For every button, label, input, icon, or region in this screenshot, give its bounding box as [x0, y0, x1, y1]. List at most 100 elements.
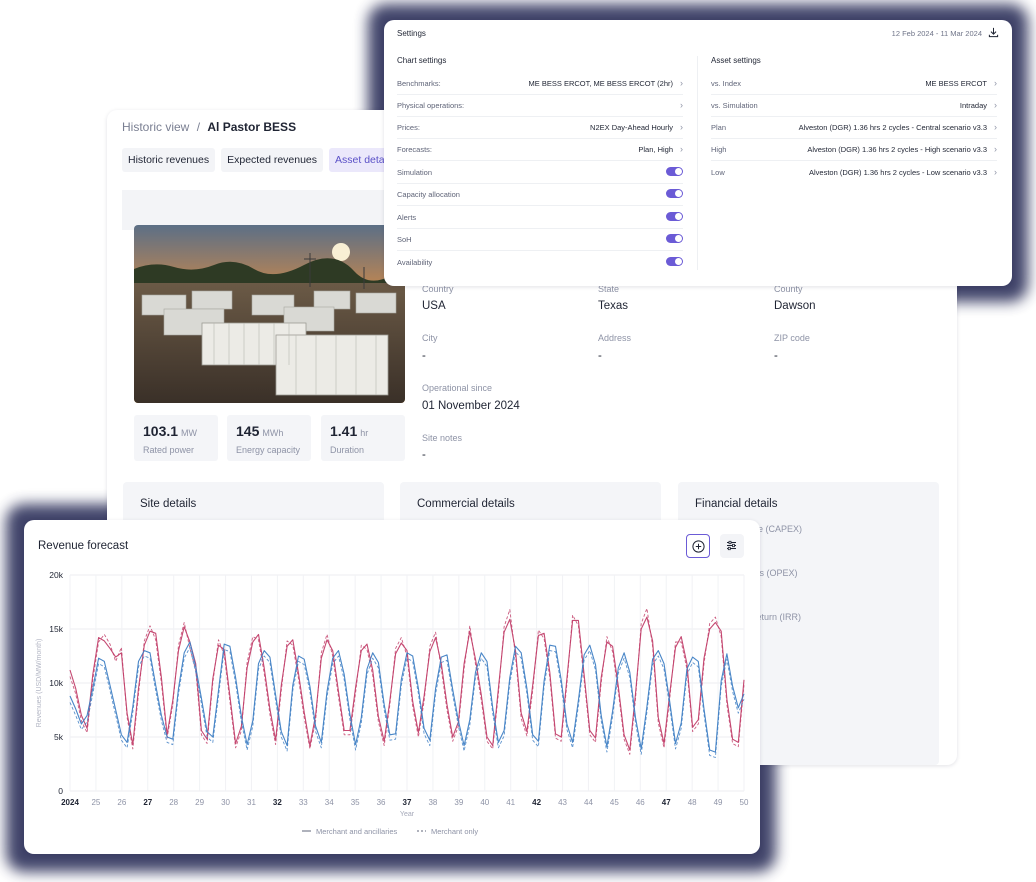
benchmarks-row[interactable]: Benchmarks: ME BESS ERCOT, ME BESS ERCOT… [397, 72, 683, 95]
zip-label: ZIP code [774, 333, 810, 343]
address-label: Address [598, 333, 632, 343]
country-value: USA [422, 300, 446, 312]
settings-divider [697, 56, 698, 270]
row-label: Simulation [397, 168, 433, 177]
vs-index-row[interactable]: vs. Index ME BESS ERCOT › [711, 72, 997, 95]
chevron-right-icon: › [994, 167, 997, 177]
x-tick-label: 28 [169, 798, 178, 807]
alerts-toggle[interactable] [666, 212, 683, 221]
asset-photo [134, 225, 405, 403]
chevron-right-icon: › [680, 100, 683, 110]
x-tick-label: 47 [662, 798, 671, 807]
prices-row[interactable]: Prices: N2EX Day-Ahead Hourly › [397, 116, 683, 139]
x-axis-title: Year [400, 811, 415, 818]
y-tick-label: 15k [49, 624, 63, 634]
battery-site-image [134, 225, 405, 403]
row-label: SoH [397, 235, 412, 244]
stat-value: 1.41 [330, 423, 358, 439]
high-row[interactable]: High Alveston (DGR) 1.36 hrs 2 cycles - … [711, 138, 997, 161]
stat-unit: MW [181, 428, 198, 438]
x-tick-label: 45 [610, 798, 619, 807]
breadcrumb-separator: / [196, 120, 201, 134]
chevron-right-icon: › [994, 122, 997, 132]
tab-historic-revenues[interactable]: Historic revenues [122, 148, 216, 172]
forecasts-row[interactable]: Forecasts: Plan, High › [397, 138, 683, 161]
row-label: Forecasts: [397, 145, 433, 154]
date-range[interactable]: 12 Feb 2024 - 11 Mar 2024 [892, 29, 982, 38]
legend-label: Merchant and ancillaries [316, 827, 398, 836]
row-value: Intraday [959, 101, 987, 110]
row-value: ME BESS ERCOT [925, 79, 987, 88]
x-tick-label: 48 [688, 798, 697, 807]
x-tick-label: 39 [454, 798, 463, 807]
x-tick-label: 37 [403, 798, 412, 807]
revenue-forecast-chart: 0 5k 10k 15k 20k 2024 25 26 27 28 29 30 31 32 33 34 35 36… [36, 570, 749, 836]
row-label: Plan [711, 123, 727, 132]
row-value: Alveston (DGR) 1.36 hrs 2 cycles - Low s… [809, 168, 987, 177]
soh-toggle[interactable] [666, 234, 683, 243]
row-value: Alveston (DGR) 1.36 hrs 2 cycles - High … [807, 145, 987, 154]
stat-value: 103.1 [143, 423, 179, 439]
x-tick-label: 44 [584, 798, 593, 807]
county-value: Dawson [774, 300, 816, 312]
row-label: Benchmarks: [397, 79, 441, 88]
breadcrumb: Historic view / Al Pastor BESS [122, 120, 296, 134]
download-icon[interactable] [988, 27, 999, 38]
tab-expected-revenues[interactable]: Expected revenues [221, 148, 324, 172]
zip-value: - [774, 350, 778, 362]
vs-simulation-row[interactable]: vs. Simulation Intraday › [711, 94, 997, 117]
plan-row[interactable]: Plan Alveston (DGR) 1.36 hrs 2 cycles - … [711, 116, 997, 139]
row-value: Alveston (DGR) 1.36 hrs 2 cycles - Centr… [798, 123, 987, 132]
asset-settings-title: Asset settings [711, 56, 761, 65]
x-tick-label: 36 [377, 798, 386, 807]
y-tick-label: 0 [58, 786, 63, 796]
row-value: N2EX Day-Ahead Hourly [590, 123, 673, 132]
capacity-allocation-row: Capacity allocation [397, 183, 683, 206]
x-tick-label: 32 [273, 798, 282, 807]
x-tick-label: 46 [636, 798, 645, 807]
stat-label: Energy capacity [236, 445, 301, 455]
soh-row: SoH [397, 228, 683, 251]
x-tick-label: 50 [740, 798, 749, 807]
breadcrumb-parent[interactable]: Historic view [122, 120, 189, 134]
simulation-toggle[interactable] [666, 167, 683, 176]
physical-operations-row[interactable]: Physical operations: › [397, 94, 683, 117]
row-label: Alerts [397, 213, 417, 222]
x-tick-label: 30 [221, 798, 230, 807]
chevron-right-icon: › [994, 144, 997, 154]
x-tick-label: 34 [325, 798, 334, 807]
y-tick-label: 5k [54, 732, 64, 742]
stat-label: Rated power [143, 445, 195, 455]
chevron-right-icon: › [994, 100, 997, 110]
legend-label: Merchant only [431, 827, 478, 836]
x-tick-label: 27 [143, 798, 152, 807]
x-tick-label: 2024 [61, 798, 79, 807]
stat-rated-power: 103.1 MW Rated power [134, 415, 218, 461]
row-label: vs. Simulation [711, 101, 758, 110]
operational-since-value: 01 November 2024 [422, 400, 520, 412]
x-tick-label: 43 [558, 798, 567, 807]
row-label: Physical operations: [397, 101, 465, 110]
x-tick-label: 29 [195, 798, 204, 807]
alerts-row: Alerts [397, 206, 683, 229]
y-tick-label: 10k [49, 678, 63, 688]
x-tick-label: 35 [351, 798, 360, 807]
city-label: City [422, 333, 438, 343]
chevron-right-icon: › [680, 144, 683, 154]
x-tick-label: 33 [299, 798, 308, 807]
row-label: High [711, 145, 727, 154]
site-notes-value: - [422, 449, 426, 461]
low-row[interactable]: Low Alveston (DGR) 1.36 hrs 2 cycles - L… [711, 161, 997, 183]
chevron-right-icon: › [994, 78, 997, 88]
breadcrumb-current: Al Pastor BESS [207, 120, 297, 134]
availability-toggle[interactable] [666, 257, 683, 266]
availability-row: Availability [397, 251, 683, 273]
state-value: Texas [598, 300, 629, 312]
y-tick-label: 20k [49, 570, 63, 580]
address-value: - [598, 350, 602, 362]
capacity-allocation-toggle[interactable] [666, 189, 683, 198]
x-tick-label: 49 [714, 798, 723, 807]
row-label: Prices: [397, 123, 420, 132]
stat-value: 145 [236, 423, 260, 439]
row-value: Plan, High [638, 145, 673, 154]
